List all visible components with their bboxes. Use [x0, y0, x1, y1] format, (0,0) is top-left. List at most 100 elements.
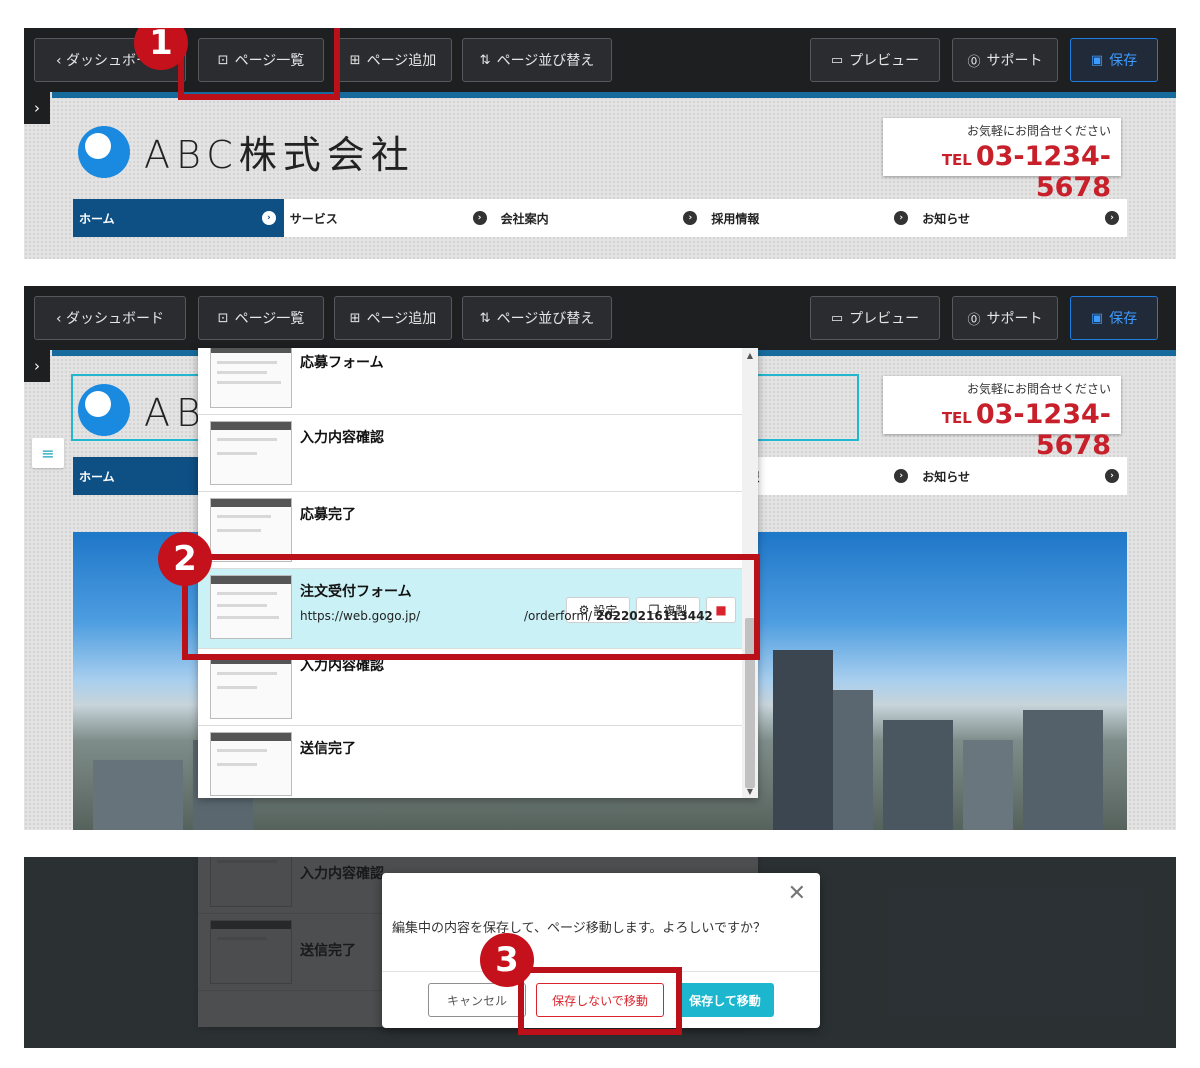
page-sort-label: ページ並び替え — [496, 311, 595, 327]
nav-label: お知らせ — [922, 469, 970, 484]
chevron-right-icon[interactable]: › — [24, 92, 50, 124]
tel-number: 03-1234-5678 — [975, 399, 1111, 461]
dialog-message: 編集中の内容を保存して、ページ移動します。よろしいですか？ — [392, 921, 767, 936]
save-label: 保存 — [1109, 311, 1138, 327]
site-logo: ABC株式会社 — [78, 124, 415, 179]
tel-caption: お気軽にお問合せください — [966, 124, 1111, 138]
nav-item-recruit[interactable]: 採用情報 › — [705, 199, 916, 237]
tel-line: TEL 03-1234-5678 — [883, 141, 1111, 203]
highlight-selected-page — [182, 554, 760, 660]
page-list-button[interactable]: ⊡ ページ一覧 — [198, 296, 324, 340]
page-sort-button[interactable]: ⇅ ページ並び替え — [462, 38, 612, 82]
tel-label: TEL — [941, 409, 972, 427]
nav-label: ホーム — [79, 211, 115, 226]
page-add-button[interactable]: ⊞ ページ追加 — [334, 296, 452, 340]
page-thumbnail — [210, 732, 292, 796]
page-thumbnail — [210, 655, 292, 719]
floppy-icon: ▣ — [1090, 310, 1104, 326]
page-search-icon: ⊡ — [217, 310, 229, 326]
cancel-button[interactable]: キャンセル — [428, 983, 526, 1017]
chevron-right-icon[interactable]: › — [24, 350, 50, 382]
tel-caption: お気軽にお問合せください — [966, 382, 1111, 396]
page-list-item[interactable]: 送信完了 — [198, 726, 742, 798]
devices-icon: ▭ — [830, 310, 844, 326]
save-and-move-button[interactable]: 保存して移動 — [676, 983, 774, 1017]
dashboard-button[interactable]: ‹ ダッシュボード — [34, 296, 186, 340]
preview-label: プレビュー — [849, 53, 920, 69]
highlight-move-without-save — [518, 967, 682, 1035]
page-sort-button[interactable]: ⇅ ページ並び替え — [462, 296, 612, 340]
sort-icon: ⇅ — [479, 310, 491, 326]
preview-button[interactable]: ▭ プレビュー — [810, 296, 940, 340]
page-title: 入力内容確認 — [300, 430, 384, 446]
logo-mark-icon — [78, 383, 130, 436]
save-button[interactable]: ▣ 保存 — [1070, 38, 1158, 82]
page-list-item[interactable]: 入力内容確認 — [198, 415, 742, 492]
editor-toolbar: ‹ ダッシュボード ⊡ ページ一覧 ⊞ ページ追加 ⇅ ページ並び替え ▭ プレビュー … — [24, 286, 1176, 350]
sort-icon: ⇅ — [479, 52, 491, 68]
tel-box: お気軽にお問合せください TEL 03-1234-5678 — [883, 118, 1121, 203]
scroll-down-icon[interactable]: ▼ — [742, 784, 758, 798]
chevron-right-icon: › — [1104, 469, 1119, 483]
menu-icon[interactable]: ≡ — [32, 438, 64, 468]
preview-button[interactable]: ▭ プレビュー — [810, 38, 940, 82]
nav-label: 会社案内 — [500, 211, 549, 226]
global-nav: ホーム › サービス › 会社案内 › 採用情報 › お知らせ › — [73, 199, 1127, 237]
chevron-right-icon: › — [894, 211, 909, 225]
page-sort-label: ページ並び替え — [496, 53, 595, 69]
nav-item-service[interactable]: サービス › — [284, 199, 495, 237]
nav-item-news[interactable]: お知らせ › — [916, 199, 1127, 237]
page-list-item[interactable]: 応募フォーム — [198, 348, 742, 415]
page-list-item[interactable]: 入力内容確認 — [198, 649, 742, 726]
chevron-right-icon: › — [472, 211, 487, 225]
page-title: 送信完了 — [300, 741, 356, 757]
support-button[interactable]: ⓪ サポート — [952, 296, 1058, 340]
support-label: サポート — [986, 311, 1043, 327]
page-title: 応募フォーム — [300, 355, 384, 371]
save-label: 保存 — [1109, 53, 1138, 69]
screenshot-step-1: ‹ ダッシュボード ⊡ ページ一覧 ⊞ ページ追加 ⇅ ページ並び替え ▭ プレビュー … — [24, 28, 1176, 259]
tel-line: TEL 03-1234-5678 — [883, 399, 1111, 461]
add-page-icon: ⊞ — [349, 52, 361, 68]
dashboard-label: ‹ ダッシュボード — [55, 311, 165, 327]
tel-label: TEL — [941, 151, 972, 169]
help-icon: ⓪ — [967, 312, 981, 328]
support-button[interactable]: ⓪ サポート — [952, 38, 1058, 82]
chevron-right-icon: › — [1104, 211, 1119, 225]
page-list-label: ページ一覧 — [234, 311, 305, 327]
preview-label: プレビュー — [849, 311, 920, 327]
save-button[interactable]: ▣ 保存 — [1070, 296, 1158, 340]
help-icon: ⓪ — [967, 54, 981, 70]
scroll-up-icon[interactable]: ▲ — [742, 348, 758, 362]
chevron-right-icon: › — [894, 469, 909, 483]
nav-label: 採用情報 — [711, 211, 760, 226]
page-add-label: ページ追加 — [366, 53, 437, 69]
page-thumbnail — [210, 498, 292, 562]
chevron-right-icon: › — [683, 211, 698, 225]
logo-text: ABC株式会社 — [144, 133, 415, 177]
screenshot-step-3: 入力内容確認 送信完了 ✕ 編集中の内容を保存して、ページ移動します。よろしいで… — [24, 857, 1176, 1048]
devices-icon: ▭ — [830, 52, 844, 68]
page-thumbnail — [210, 348, 292, 408]
page-add-button[interactable]: ⊞ ページ追加 — [334, 38, 452, 82]
add-page-icon: ⊞ — [349, 310, 361, 326]
nav-item-company[interactable]: 会社案内 › — [495, 199, 706, 237]
close-icon[interactable]: ✕ — [788, 881, 806, 906]
floppy-icon: ▣ — [1090, 52, 1104, 68]
support-label: サポート — [986, 53, 1043, 69]
step-badge-2: 2 — [158, 532, 212, 586]
nav-label: お知らせ — [922, 211, 970, 226]
page-title: 応募完了 — [300, 507, 356, 523]
tel-box: お気軽にお問合せください TEL 03-1234-5678 — [883, 376, 1121, 461]
highlight-page-list — [178, 28, 340, 100]
nav-label: サービス — [289, 211, 338, 226]
screenshot-step-2: ‹ ダッシュボード ⊡ ページ一覧 ⊞ ページ追加 ⇅ ページ並び替え ▭ プレビュー … — [24, 286, 1176, 830]
nav-item-news[interactable]: お知らせ › — [916, 457, 1127, 495]
page-add-label: ページ追加 — [366, 311, 437, 327]
tel-number: 03-1234-5678 — [975, 141, 1111, 203]
page-thumbnail — [210, 421, 292, 485]
nav-item-home[interactable]: ホーム › — [73, 199, 284, 237]
chevron-right-icon: › — [261, 211, 276, 225]
logo-mark-icon — [78, 125, 130, 178]
nav-label: ホーム — [79, 469, 115, 484]
